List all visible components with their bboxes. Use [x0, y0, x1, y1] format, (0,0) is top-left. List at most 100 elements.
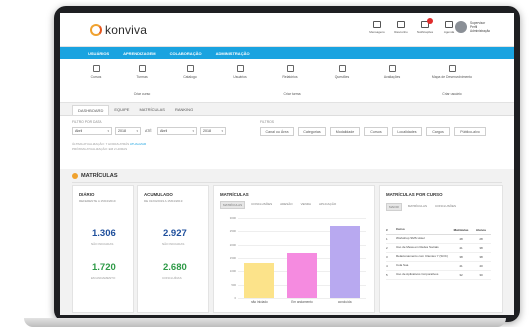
shortcut-label: Criar turma	[283, 92, 301, 96]
update-note: ÚLTIMA ATUALIZAÇÃO: 7 HORAS ATRÁS ATUALI…	[72, 142, 146, 151]
shortcut-label: Criar usuário	[442, 92, 462, 96]
from-month-select[interactable]: Abril ▾	[72, 127, 112, 135]
cell-course: Workshop SMS Hotel	[396, 236, 425, 241]
nav-usuarios[interactable]: USUÁRIOS	[88, 51, 109, 56]
filters-group-label: FILTROS	[260, 120, 275, 124]
until-label: ATÉ	[145, 129, 152, 133]
class-icon	[138, 65, 146, 72]
x-tick-label: concluída	[337, 300, 352, 304]
refresh-link[interactable]: ATUALIZAR	[130, 142, 146, 146]
filter-modalidade-button[interactable]: Modalidade	[330, 127, 360, 136]
user-menu[interactable]: Supervisor Perfil Administração	[455, 21, 490, 33]
table-row[interactable]: 4 Cola Sua 41 40	[386, 262, 491, 271]
table-row[interactable]: 2 Uso de Mesa em Redes Sociais 41 38	[386, 244, 491, 253]
assessment-icon	[388, 65, 396, 72]
chart-tab-venda[interactable]: VENDA	[299, 201, 313, 209]
cell-students: 38	[479, 246, 483, 250]
cell-rank: 1	[386, 237, 388, 241]
shortcut-avaliacoes[interactable]: Avaliações	[372, 65, 412, 79]
filter-categorias-button[interactable]: Categorias	[298, 127, 326, 136]
course-tab-maior[interactable]: MAIOR	[386, 203, 402, 211]
from-year-select[interactable]: 2018 ▾	[115, 127, 141, 135]
shortcut-label: Mapa de Desenvolvimento	[431, 75, 473, 79]
col-header: Alunos	[475, 228, 487, 232]
table-row[interactable]: 5 Uso de Aplicativos Corporativos 32 30	[386, 271, 491, 280]
tab-matriculas[interactable]: MATRÍCULAS	[134, 105, 169, 115]
chart-gridline	[238, 218, 366, 219]
course-tab-matriculas[interactable]: MATRÍCULAS	[406, 203, 429, 211]
card-subtitle: REFERENTE A 15/04/2019	[79, 199, 116, 203]
filter-cursos-button[interactable]: Cursos	[364, 127, 388, 136]
to-year-select[interactable]: 2018 ▾	[200, 127, 226, 135]
cell-enrollments: 32	[459, 273, 463, 277]
filter-cargos-button[interactable]: Cargos	[426, 127, 450, 136]
y-tick-label: 500	[231, 282, 236, 287]
messages-button[interactable]: Mensagens	[368, 21, 386, 34]
create-class-link[interactable]: Criar turma	[272, 89, 312, 96]
chart-bar[interactable]	[329, 226, 360, 298]
tab-dashboard[interactable]: DASHBOARD	[72, 105, 110, 115]
shortcut-relatorios[interactable]: Relatórios	[270, 65, 310, 79]
y-tick-label: 0	[234, 296, 236, 300]
next-update-text: PRÓXIMA ATUALIZAÇÃO: EM 2 HORAS	[72, 146, 128, 151]
cumulative-card: ACUMULADO DE 01/04/2019 A 15/04/2019 2.9…	[137, 185, 209, 313]
filter-canal-button[interactable]: Canal ou Área	[260, 127, 294, 136]
shortcut-questoes[interactable]: Questões	[322, 65, 362, 79]
shortcut-cursos[interactable]: Cursos	[76, 65, 116, 79]
chart-tab-conclusoes[interactable]: CONCLUSÕES	[249, 201, 274, 209]
brand-logo[interactable]: konviva	[90, 23, 147, 37]
top-bar: konviva Mensagens Rascunho Notificações …	[60, 13, 514, 47]
table-row[interactable]: 3 Relacionamento com Clientes Y (SOC) 38 38	[386, 253, 491, 262]
cell-rank: 2	[386, 246, 388, 250]
nav-administracao[interactable]: ADMINISTRAÇÃO	[216, 51, 250, 56]
card-title: ACUMULADO	[144, 192, 173, 197]
nav-aprendizagem[interactable]: APRENDIZAGEM	[123, 51, 155, 56]
course-tab-conclusoes[interactable]: CONCLUSÕES	[433, 203, 458, 211]
y-tick-label: 3000	[229, 216, 236, 220]
shortcut-label: Relatórios	[282, 75, 298, 79]
chart-tab-matriculas[interactable]: MATRÍCULAS	[220, 201, 246, 209]
cell-course: Uso de Mesa em Redes Sociais	[396, 245, 439, 250]
cell-course: Relacionamento com Clientes Y (SOC)	[396, 254, 448, 259]
shortcut-turmas[interactable]: Turmas	[122, 65, 162, 79]
enrollments-chart-card: MATRÍCULAS MATRÍCULAS CONCLUSÕES ADESÃO …	[213, 185, 375, 313]
kpi-not-started: 2.927	[163, 228, 187, 239]
avatar	[455, 21, 467, 33]
shortcut-mapa[interactable]: Mapa de Desenvolvimento	[432, 65, 472, 79]
x-tick-label: Em andamento	[291, 300, 313, 304]
create-user-link[interactable]: Criar usuário	[432, 89, 472, 96]
y-tick-label: 1000	[229, 269, 236, 274]
shortcut-catalogo[interactable]: Catalogo	[170, 65, 210, 79]
filter-publico-button[interactable]: Público-alvo	[454, 127, 486, 136]
main-nav: USUÁRIOS APRENDIZAGEM COLABORAÇÃO ADMINI…	[60, 47, 514, 59]
chart-gridline	[238, 298, 366, 299]
filter-localidades-button[interactable]: Localidades	[392, 127, 422, 136]
course-table: # Curso Matrículas Alunos 1 Workshop SMS …	[386, 226, 491, 280]
tab-equipe[interactable]: EQUIPE	[109, 105, 134, 115]
shortcut-usuarios[interactable]: Usuários	[220, 65, 260, 79]
shortcut-label: Criar curso	[133, 92, 151, 96]
shortcut-label: Turmas	[136, 75, 148, 79]
drafts-button[interactable]: Rascunho	[392, 21, 410, 34]
tab-ranking[interactable]: RANKING	[170, 105, 198, 115]
col-header: Matrículas	[453, 228, 469, 232]
chart-tab-aplicacao[interactable]: APLICAÇÃO	[317, 201, 338, 209]
table-row[interactable]: 1 Workshop SMS Hotel 48 28	[386, 235, 491, 244]
chart-tabs: MATRÍCULAS CONCLUSÕES ADESÃO VENDA APLIC…	[220, 201, 338, 209]
create-course-link[interactable]: Criar curso	[122, 89, 162, 96]
cell-enrollments: 38	[459, 255, 463, 259]
chart-bar[interactable]	[287, 252, 317, 298]
tool-label: Mensagens	[369, 30, 385, 34]
course-icon	[92, 65, 100, 72]
nav-colaboracao[interactable]: COLABORAÇÃO	[170, 51, 202, 56]
to-month-select[interactable]: Abril ▾	[157, 127, 197, 135]
chart-tab-adesao[interactable]: ADESÃO	[278, 201, 295, 209]
chart-title: MATRÍCULAS	[220, 192, 249, 197]
card-subtitle: DE 01/04/2019 A 15/04/2019	[144, 199, 183, 203]
catalog-icon	[186, 65, 194, 72]
cell-rank: 4	[386, 264, 388, 268]
cell-enrollments: 41	[459, 264, 463, 268]
card-title: MATRÍCULAS POR CURSO	[386, 192, 443, 197]
chart-bar[interactable]	[244, 263, 275, 298]
notifications-button[interactable]: Notificações	[416, 18, 434, 34]
